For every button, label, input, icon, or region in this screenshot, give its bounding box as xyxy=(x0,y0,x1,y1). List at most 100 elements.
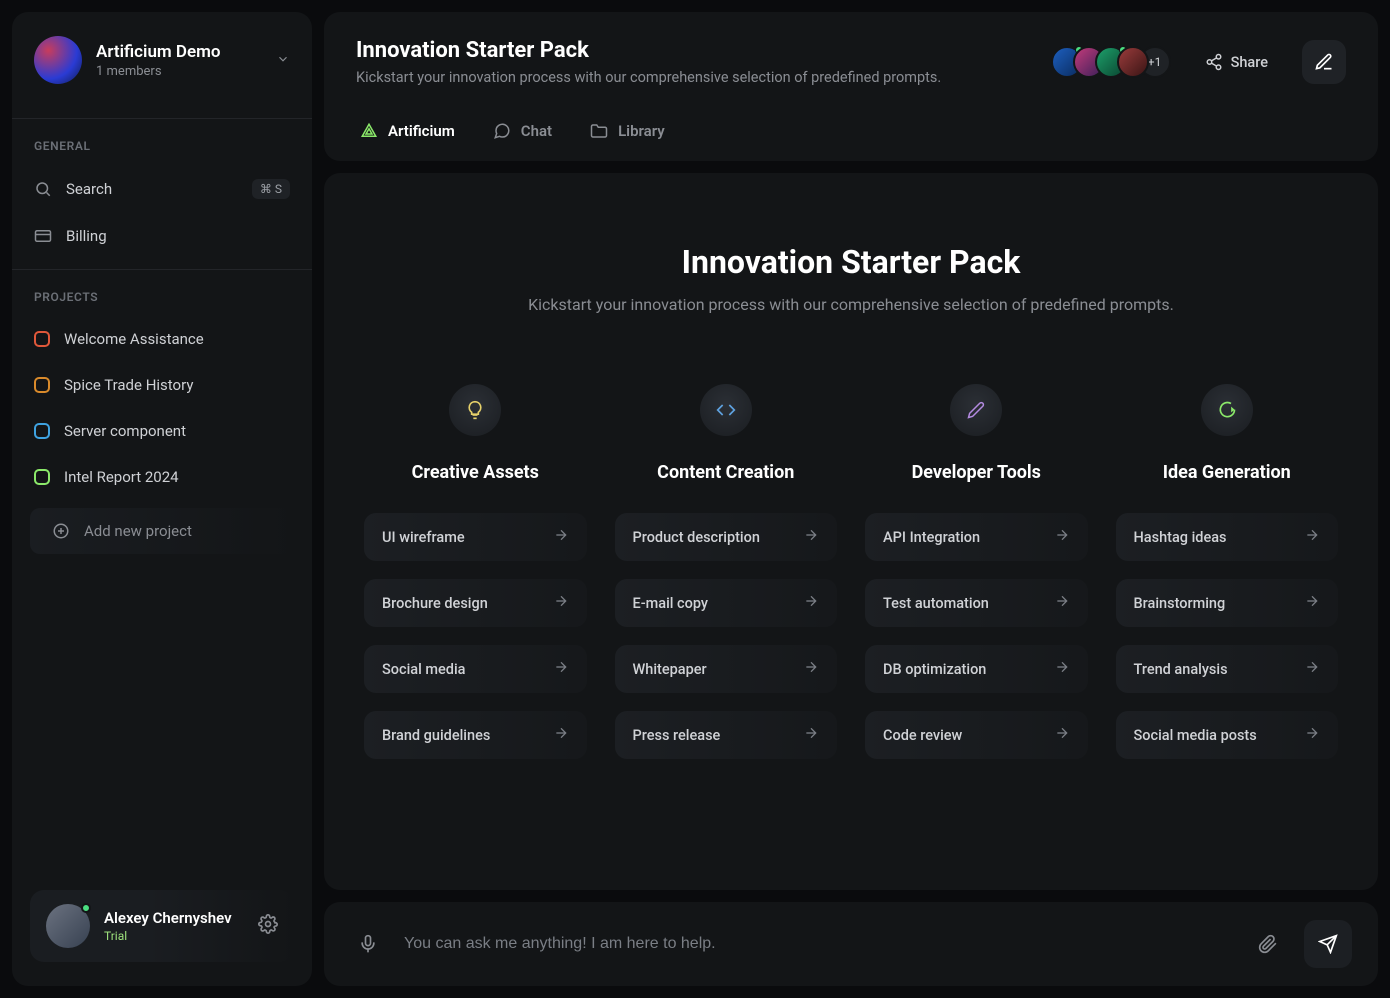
prompt-pill[interactable]: Whitepaper xyxy=(615,645,838,693)
title-block: Innovation Starter Pack Kickstart your i… xyxy=(356,38,1031,86)
tab-label: Library xyxy=(618,122,665,140)
prompt-pill[interactable]: Brand guidelines xyxy=(364,711,587,759)
main: Innovation Starter Pack Kickstart your i… xyxy=(324,12,1378,986)
sidebar: Artificium Demo 1 members GENERAL Search… xyxy=(12,12,312,986)
gear-icon xyxy=(258,914,278,934)
prompt-label: Trend analysis xyxy=(1134,661,1228,678)
tab-artificium[interactable]: Artificium xyxy=(356,104,459,161)
prompt-pill[interactable]: Trend analysis xyxy=(1116,645,1339,693)
nav-search[interactable]: Search ⌘ S xyxy=(12,165,312,213)
project-label: Intel Report 2024 xyxy=(64,468,179,486)
prompt-pill[interactable]: Hashtag ideas xyxy=(1116,513,1339,561)
prompt-label: Social media xyxy=(382,661,465,678)
prompt-pill[interactable]: Social media xyxy=(364,645,587,693)
prompt-pill[interactable]: Test automation xyxy=(865,579,1088,627)
settings-button[interactable] xyxy=(258,914,278,938)
project-label: Spice Trade History xyxy=(64,376,193,394)
prompt-label: Brand guidelines xyxy=(382,727,490,744)
add-project-label: Add new project xyxy=(84,522,192,540)
user-plan: Trial xyxy=(104,929,232,943)
user-name: Alexey Chernyshev xyxy=(104,909,232,927)
arrow-right-icon xyxy=(803,593,819,613)
workspace-selector[interactable]: Artificium Demo 1 members xyxy=(12,36,312,108)
tab-underline xyxy=(356,158,459,161)
pencil-icon xyxy=(1314,52,1334,72)
workspace-info: Artificium Demo 1 members xyxy=(96,42,262,79)
attach-button[interactable] xyxy=(1250,926,1286,962)
share-button[interactable]: Share xyxy=(1191,43,1282,81)
prompt-pill[interactable]: Brainstorming xyxy=(1116,579,1339,627)
prompt-label: Brainstorming xyxy=(1134,595,1226,612)
chat-bubble-icon xyxy=(1217,400,1237,420)
send-icon xyxy=(1318,934,1338,954)
chat-input[interactable] xyxy=(404,935,1232,953)
section-general: GENERAL xyxy=(12,123,312,165)
sidebar-project-item[interactable]: Spice Trade History xyxy=(12,362,312,408)
prompt-label: Test automation xyxy=(883,595,989,612)
workspace-name: Artificium Demo xyxy=(96,42,262,62)
arrow-right-icon xyxy=(1304,527,1320,547)
prompt-pill[interactable]: API Integration xyxy=(865,513,1088,561)
sidebar-project-item[interactable]: Intel Report 2024 xyxy=(12,454,312,500)
column-title: Content Creation xyxy=(657,462,794,483)
folder-icon xyxy=(590,122,608,140)
divider xyxy=(12,118,312,119)
tab-chat[interactable]: Chat xyxy=(489,104,556,161)
edit-button[interactable] xyxy=(1302,40,1346,84)
tab-label: Artificium xyxy=(388,122,455,140)
arrow-right-icon xyxy=(553,527,569,547)
content: Innovation Starter Pack Kickstart your i… xyxy=(324,173,1378,890)
arrow-right-icon xyxy=(803,659,819,679)
projects-list: Welcome Assistance Spice Trade History S… xyxy=(12,316,312,500)
nav-search-label: Search xyxy=(66,180,112,198)
prompt-column: Developer Tools API Integration Test autom… xyxy=(865,384,1088,759)
nav-billing[interactable]: Billing xyxy=(12,213,312,259)
prompt-pill[interactable]: Brochure design xyxy=(364,579,587,627)
hero-title: Innovation Starter Pack xyxy=(682,243,1021,281)
prompt-pill[interactable]: Press release xyxy=(615,711,838,759)
topbar-row: Innovation Starter Pack Kickstart your i… xyxy=(324,12,1378,104)
prompt-pill[interactable]: DB optimization xyxy=(865,645,1088,693)
avatar-stack[interactable]: +1 xyxy=(1051,46,1171,78)
project-color-icon xyxy=(34,377,50,393)
sidebar-project-item[interactable]: Welcome Assistance xyxy=(12,316,312,362)
column-icon xyxy=(950,384,1002,436)
send-button[interactable] xyxy=(1304,920,1352,968)
arrow-right-icon xyxy=(1054,725,1070,745)
tab-library[interactable]: Library xyxy=(586,104,669,161)
nav-billing-label: Billing xyxy=(66,227,107,245)
project-color-icon xyxy=(34,423,50,439)
hero-subtitle: Kickstart your innovation process with o… xyxy=(528,295,1174,314)
prompt-column: Content Creation Product description E-mai… xyxy=(615,384,838,759)
bulb-icon xyxy=(465,400,485,420)
sidebar-project-item[interactable]: Server component xyxy=(12,408,312,454)
column-title: Developer Tools xyxy=(912,462,1041,483)
code-icon xyxy=(716,400,736,420)
plus-circle-icon xyxy=(52,522,70,540)
add-project-button[interactable]: Add new project xyxy=(30,508,294,554)
paperclip-icon xyxy=(1258,934,1278,954)
arrow-right-icon xyxy=(553,593,569,613)
prompt-pill[interactable]: E-mail copy xyxy=(615,579,838,627)
arrow-right-icon xyxy=(1054,593,1070,613)
arrow-right-icon xyxy=(803,725,819,745)
column-icon xyxy=(700,384,752,436)
search-icon xyxy=(34,180,52,198)
page-subtitle: Kickstart your innovation process with o… xyxy=(356,69,1031,86)
prompt-pill[interactable]: Code review xyxy=(865,711,1088,759)
mic-button[interactable] xyxy=(350,926,386,962)
prompt-columns: Creative Assets UI wireframe Brochure desi… xyxy=(364,384,1338,759)
prompt-label: UI wireframe xyxy=(382,529,465,546)
billing-icon xyxy=(34,227,52,245)
prompt-pill[interactable]: Social media posts xyxy=(1116,711,1339,759)
mic-icon xyxy=(358,934,378,954)
arrow-right-icon xyxy=(1304,659,1320,679)
search-shortcut: ⌘ S xyxy=(252,179,290,199)
arrow-right-icon xyxy=(1304,725,1320,745)
project-label: Welcome Assistance xyxy=(64,330,204,348)
column-title: Creative Assets xyxy=(412,462,539,483)
arrow-right-icon xyxy=(803,527,819,547)
prompt-pill[interactable]: Product description xyxy=(615,513,838,561)
tab-label: Chat xyxy=(521,122,552,140)
prompt-pill[interactable]: UI wireframe xyxy=(364,513,587,561)
